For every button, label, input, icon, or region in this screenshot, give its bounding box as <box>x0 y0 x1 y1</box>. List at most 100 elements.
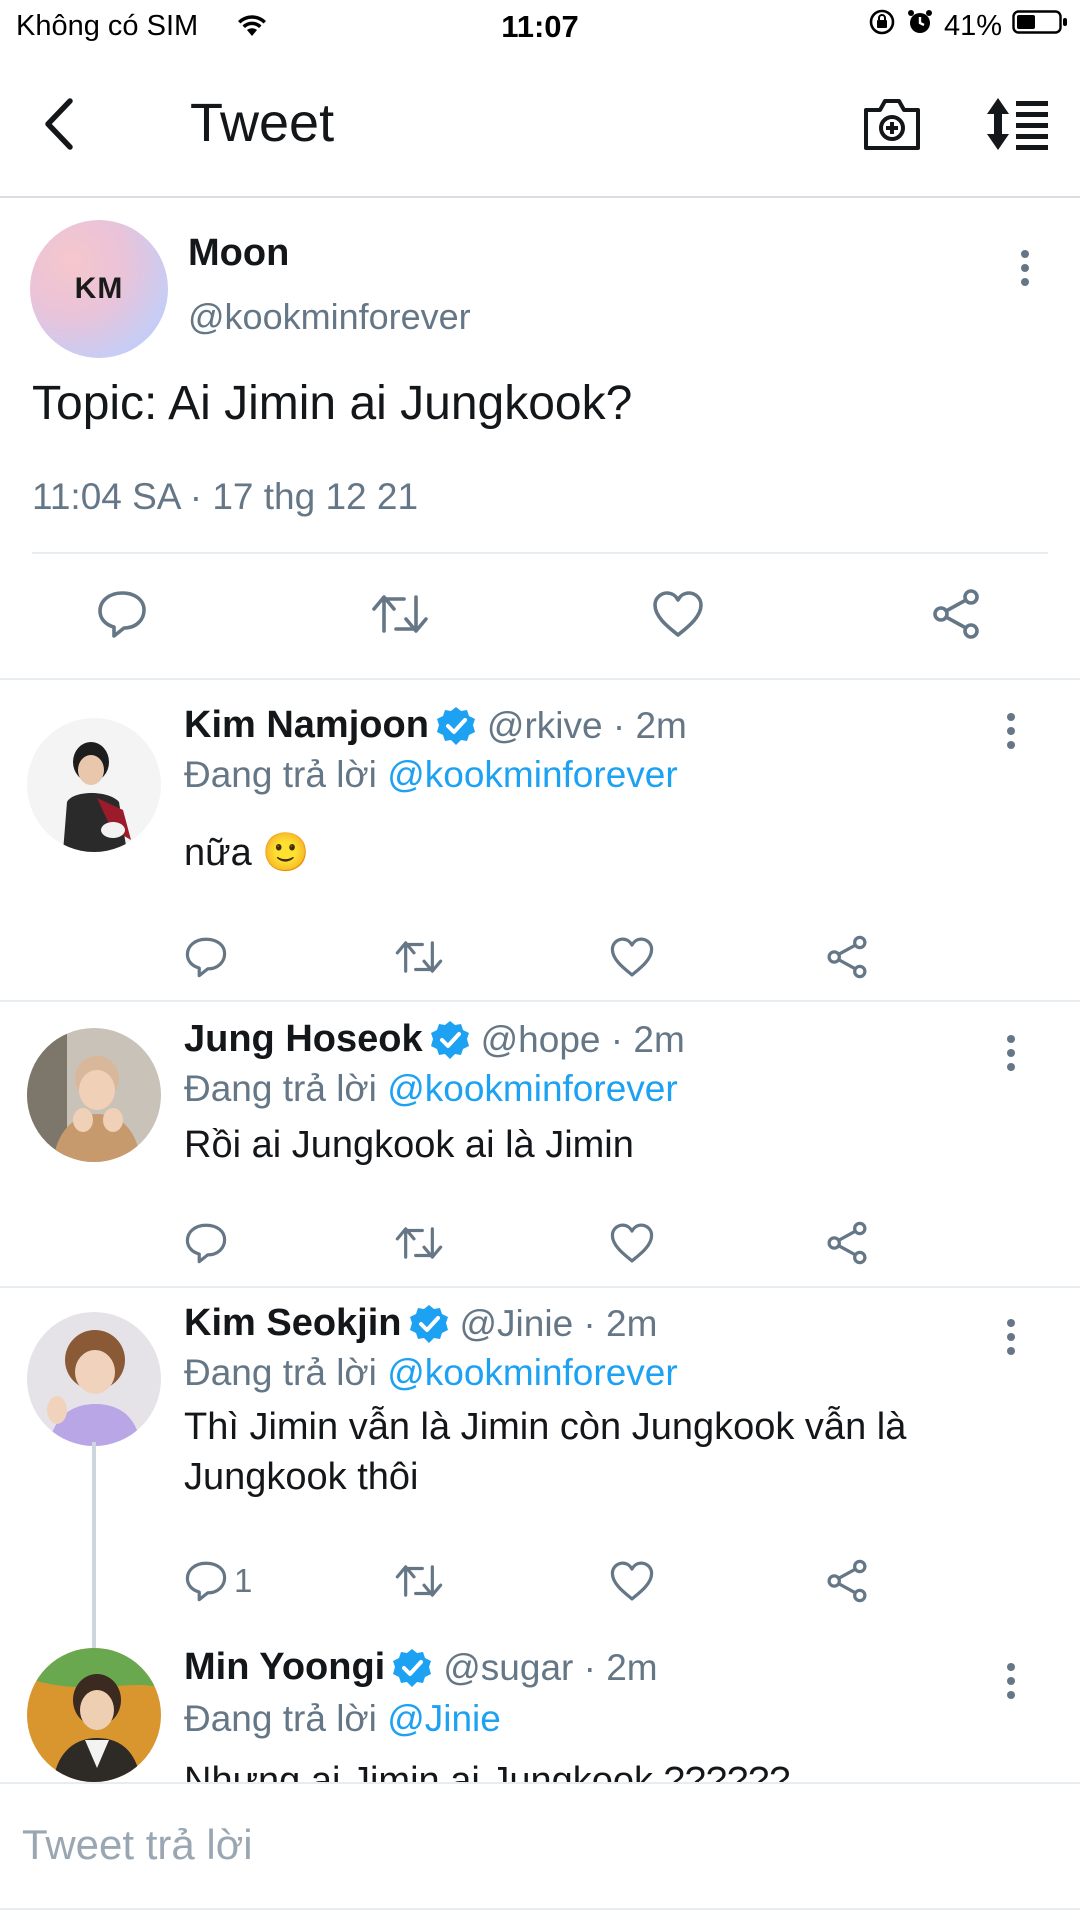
more-vertical-icon <box>1007 713 1015 749</box>
retweet-button[interactable] <box>370 584 430 644</box>
author-handle[interactable]: @rkive · 2m <box>487 705 687 747</box>
share-icon <box>827 1559 867 1603</box>
mention-link[interactable]: @kookminforever <box>387 1352 678 1393</box>
author-handle[interactable]: @hope · 2m <box>481 1019 685 1061</box>
more-button[interactable] <box>1010 244 1040 292</box>
avatar-initials: KM <box>74 272 124 305</box>
mention-link[interactable]: @kookminforever <box>387 1068 678 1109</box>
retweet-icon <box>395 1227 443 1259</box>
chevron-left-icon <box>45 98 73 150</box>
share-icon <box>827 935 867 979</box>
tweet-actions <box>184 932 884 982</box>
author-name[interactable]: Moon <box>188 232 289 275</box>
divider <box>32 552 1048 554</box>
mention-link[interactable]: @kookminforever <box>387 754 678 795</box>
retweet-button[interactable] <box>394 932 444 982</box>
tweet-actions <box>0 584 1080 664</box>
reply-tweet[interactable]: Kim Seokjin @Jinie · 2m Đang trả lời @ko… <box>0 1290 1080 1646</box>
reply-tweet[interactable]: Min Yoongi @sugar · 2m Đang trả lời @Jin… <box>0 1646 1080 1782</box>
author-name[interactable]: Min Yoongi <box>184 1646 385 1689</box>
camera-button[interactable] <box>862 96 922 152</box>
share-button[interactable] <box>824 932 870 982</box>
retweet-icon <box>395 1565 443 1597</box>
avatar[interactable] <box>27 1648 161 1782</box>
mention-link[interactable]: @Jinie <box>387 1698 501 1739</box>
author-name[interactable]: Kim Namjoon <box>184 704 429 747</box>
share-button[interactable] <box>824 1556 870 1606</box>
comment-icon <box>185 937 227 978</box>
reply-tweet[interactable]: Jung Hoseok @hope · 2m Đang trả lời @koo… <box>0 1004 1080 1288</box>
reply-text: Nhưng ai Jimin ai Jungkook ?????? <box>184 1760 791 1782</box>
reply-input[interactable] <box>22 1814 1052 1876</box>
orientation-lock-icon <box>868 8 896 44</box>
like-button[interactable] <box>609 1556 655 1606</box>
tweet-timestamp: 11:04 SA · 17 thg 12 21 <box>32 476 419 517</box>
battery-percent: 41% <box>943 9 1002 42</box>
status-bar: Không có SIM 11:07 41% <box>0 0 1080 56</box>
replying-to: Đang trả lời @kookminforever <box>184 1352 678 1394</box>
reply-button[interactable] <box>184 1218 234 1268</box>
replying-to: Đang trả lời @kookminforever <box>184 754 678 796</box>
more-button[interactable] <box>996 1658 1026 1704</box>
replying-label: Đang trả lời <box>184 1068 388 1109</box>
heart-icon <box>610 1561 654 1601</box>
comment-icon <box>185 1561 227 1602</box>
author-handle[interactable]: @Jinie · 2m <box>460 1303 658 1345</box>
more-button[interactable] <box>996 1030 1026 1076</box>
main-tweet: KM Moon @kookminforever Topic: Ai Jimin … <box>0 200 1080 680</box>
back-button[interactable] <box>34 94 84 154</box>
avatar[interactable] <box>27 1028 161 1162</box>
share-icon <box>827 1221 867 1265</box>
battery-icon <box>1012 8 1068 44</box>
author-name[interactable]: Jung Hoseok <box>184 1018 423 1061</box>
reply-composer <box>0 1782 1080 1920</box>
share-button[interactable] <box>926 584 986 644</box>
more-vertical-icon <box>1007 1319 1015 1355</box>
retweet-button[interactable] <box>394 1556 444 1606</box>
reply-button[interactable] <box>184 932 234 982</box>
thread-connector <box>92 1442 96 1648</box>
reply-button[interactable] <box>92 584 152 644</box>
share-icon <box>933 589 979 639</box>
verified-badge-icon <box>409 1304 448 1343</box>
retweet-button[interactable] <box>394 1218 444 1268</box>
sort-icon <box>987 98 1048 150</box>
more-vertical-icon <box>1007 1663 1015 1699</box>
avatar[interactable]: KM <box>30 220 168 358</box>
tweet-actions <box>184 1218 884 1268</box>
author-handle[interactable]: @sugar · 2m <box>443 1647 657 1689</box>
divider <box>0 1908 1080 1910</box>
author-name[interactable]: Kim Seokjin <box>184 1302 402 1345</box>
verified-badge-icon <box>430 1020 469 1059</box>
like-button[interactable] <box>609 1218 655 1268</box>
verified-badge-icon <box>393 1648 432 1687</box>
reply-tweet[interactable]: Kim Namjoon @rkive · 2m Đang trả lời @ko… <box>0 682 1080 1002</box>
alarm-icon <box>906 8 934 44</box>
reply-text: Thì Jimin vẫn là Jimin còn Jungkook vẫn … <box>184 1406 907 1498</box>
tweet-actions: 1 <box>184 1556 884 1606</box>
more-button[interactable] <box>996 708 1026 754</box>
comment-icon <box>185 1223 227 1264</box>
replying-label: Đang trả lời <box>184 754 388 795</box>
reply-header: Min Yoongi @sugar · 2m <box>184 1646 658 1689</box>
page-title: Tweet <box>190 93 335 153</box>
camera-icon <box>864 99 920 150</box>
reply-header: Jung Hoseok @hope · 2m <box>184 1018 685 1061</box>
share-button[interactable] <box>824 1218 870 1268</box>
reply-text: nữa 🙂 <box>184 832 310 874</box>
reply-header: Kim Namjoon @rkive · 2m <box>184 704 687 747</box>
retweet-icon <box>372 595 428 633</box>
reply-button[interactable]: 1 <box>184 1556 252 1606</box>
author-handle[interactable]: @kookminforever <box>188 296 471 338</box>
reply-header: Kim Seokjin @Jinie · 2m <box>184 1302 657 1345</box>
more-button[interactable] <box>996 1314 1026 1360</box>
comment-icon <box>98 591 146 638</box>
heart-icon <box>610 937 654 977</box>
like-button[interactable] <box>648 584 708 644</box>
more-vertical-icon <box>1021 250 1029 286</box>
avatar[interactable] <box>27 1312 161 1446</box>
sort-button[interactable] <box>984 96 1050 152</box>
reply-count: 1 <box>234 1562 253 1599</box>
like-button[interactable] <box>609 932 655 982</box>
avatar[interactable] <box>27 718 161 852</box>
